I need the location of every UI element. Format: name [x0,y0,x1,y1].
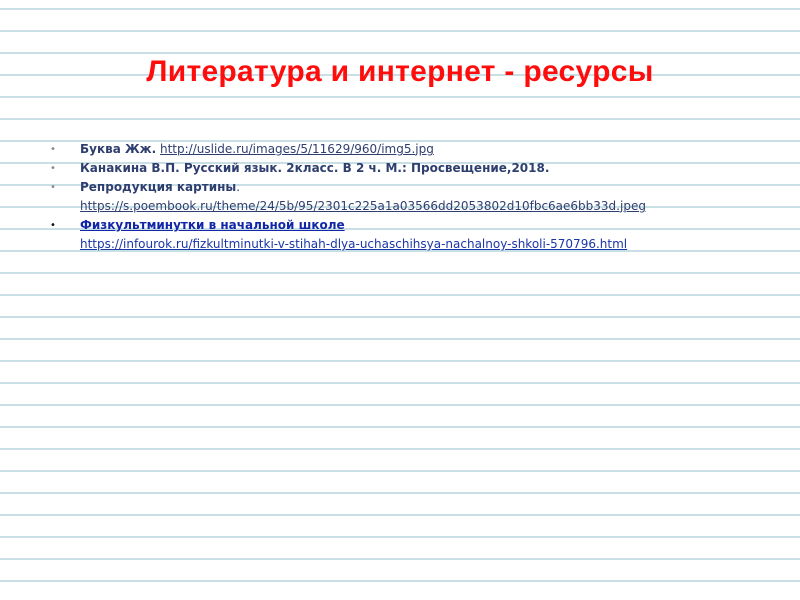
bullet-icon: • [50,163,56,174]
ruled-line [0,492,800,494]
resource-link[interactable]: http://uslide.ru/images/5/11629/960/img5… [160,142,434,156]
resource-list: • Буква Жж. http://uslide.ru/images/5/11… [50,140,770,254]
resource-punctuation: . [236,180,241,194]
ruled-line [0,118,800,120]
bullet-icon: • [50,144,56,155]
ruled-line [0,96,800,98]
resource-title: Буква Жж. [80,142,157,156]
ruled-line [0,338,800,340]
ruled-line [0,360,800,362]
resource-title: Репродукция картины [80,180,237,194]
ruled-line [0,316,800,318]
resource-item: • Репродукция картины. https://s.poemboo… [50,178,770,216]
bullet-icon: • [50,220,56,231]
ruled-line [0,404,800,406]
ruled-line [0,294,800,296]
ruled-line [0,8,800,10]
ruled-line [0,30,800,32]
resource-item: • Канакина В.П. Русский язык. 2класс. В … [50,159,770,178]
resource-title-link[interactable]: Физкультминутки в начальной школе [80,218,345,232]
ruled-line [0,514,800,516]
ruled-line [0,272,800,274]
bullet-icon: • [50,182,56,193]
ruled-line [0,382,800,384]
ruled-line [0,426,800,428]
resource-item: • Буква Жж. http://uslide.ru/images/5/11… [50,140,770,159]
slide-title: Литература и интернет - ресурсы [146,55,654,88]
resource-item: • Физкультминутки в начальной школе http… [50,216,770,254]
ruled-line [0,448,800,450]
ruled-line [0,470,800,472]
ruled-line [0,580,800,582]
resource-link[interactable]: https://infourok.ru/fizkultminutki-v-sti… [80,235,770,254]
resource-citation: Канакина В.П. Русский язык. 2класс. В 2 … [80,161,550,175]
ruled-line [0,558,800,560]
slide: Литература и интернет - ресурсы • Буква … [0,0,800,600]
resource-link[interactable]: https://s.poembook.ru/theme/24/5b/95/230… [80,197,770,216]
ruled-line [0,536,800,538]
